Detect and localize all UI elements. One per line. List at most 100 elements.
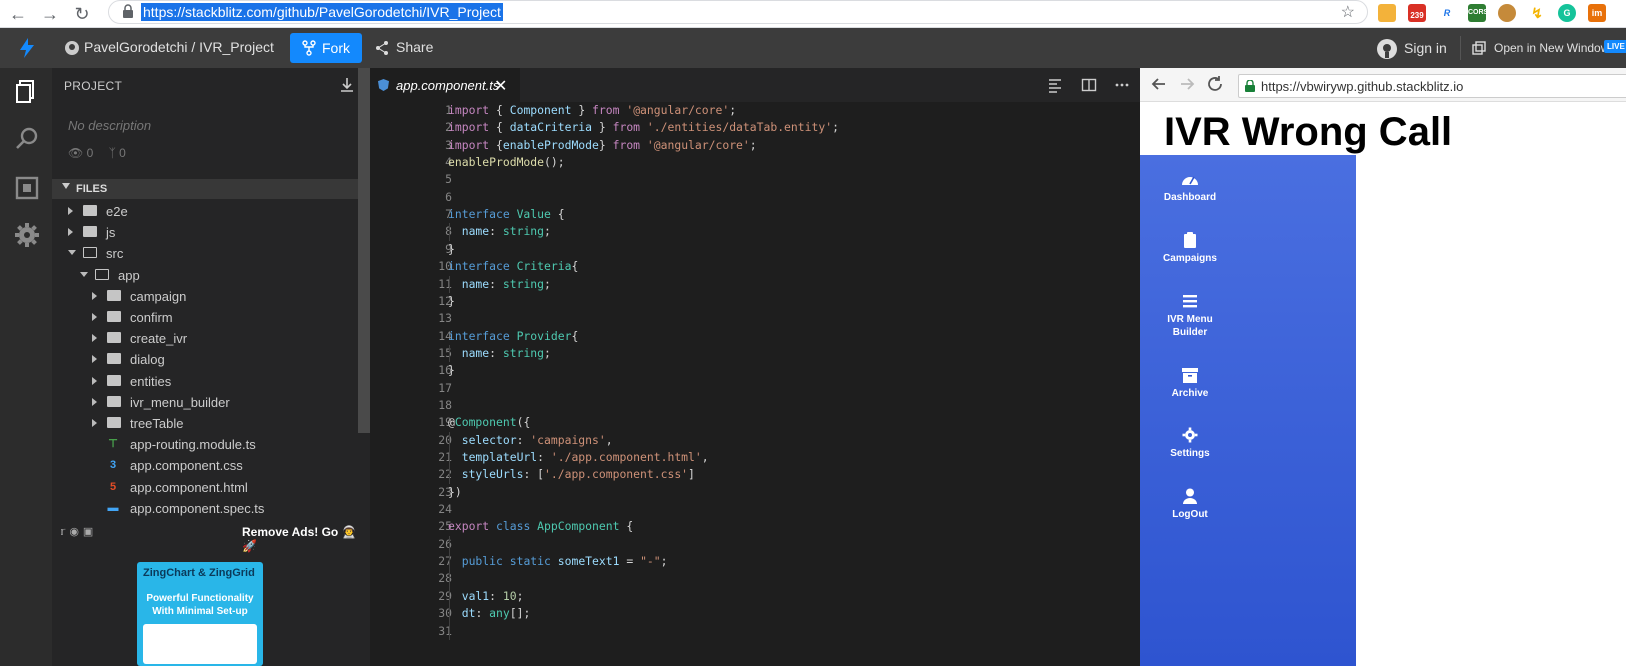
address-bar[interactable]: https://stackblitz.com/github/PavelGorod… bbox=[108, 0, 1368, 24]
search-icon[interactable] bbox=[14, 125, 40, 151]
tree-item-label: treeTable bbox=[130, 416, 184, 431]
bolt-icon[interactable]: ↯ bbox=[1528, 4, 1546, 22]
tree-folder[interactable]: campaign bbox=[52, 286, 358, 307]
expand-right-icon[interactable] bbox=[92, 419, 97, 427]
more-icon[interactable] bbox=[1114, 77, 1130, 93]
grammarly-icon[interactable]: G bbox=[1558, 4, 1576, 22]
code-area[interactable]: 1 import { Component } from '@angular/cor… bbox=[370, 102, 1140, 666]
editor-tabbar: app.component.ts ✕ bbox=[370, 68, 1140, 102]
code-line[interactable]: dt: any[]; bbox=[448, 605, 531, 622]
code-line[interactable]: name: string; bbox=[448, 345, 551, 362]
preview-back-icon[interactable] bbox=[1150, 75, 1168, 93]
r-icon[interactable]: R bbox=[1438, 4, 1456, 22]
ad-tagline: Powerful Functionality With Minimal Set-… bbox=[146, 593, 254, 617]
nav-item-logout[interactable]: LogOut bbox=[1140, 488, 1240, 521]
code-line[interactable]: @Component({ bbox=[448, 414, 530, 431]
tree-folder[interactable]: js bbox=[52, 222, 358, 243]
repo-title[interactable]: PavelGorodetchi / IVR_Project bbox=[84, 39, 274, 55]
calendar-239-icon[interactable]: 239 bbox=[1408, 4, 1426, 22]
preview-reload-icon[interactable] bbox=[1206, 75, 1224, 93]
back-icon[interactable]: ← bbox=[8, 4, 28, 24]
download-icon[interactable] bbox=[339, 77, 355, 93]
code-line[interactable]: } bbox=[448, 293, 455, 310]
salad-icon[interactable] bbox=[1378, 4, 1396, 22]
tree-folder[interactable]: e2e bbox=[52, 201, 358, 222]
tree-file[interactable]: ▬ app.component.spec.ts bbox=[52, 498, 358, 519]
ad-banner[interactable]: ZingChart & ZingGrid Powerful Functional… bbox=[137, 562, 263, 666]
fork-button[interactable]: Fork bbox=[290, 33, 362, 63]
expand-right-icon[interactable] bbox=[68, 228, 73, 237]
expand-right-icon[interactable] bbox=[92, 334, 97, 343]
code-line[interactable]: val1: 10; bbox=[448, 588, 524, 605]
tree-folder[interactable]: app bbox=[52, 265, 358, 286]
code-line[interactable]: interface Provider{ bbox=[448, 328, 578, 345]
bookmark-star-icon[interactable]: ☆ bbox=[1341, 2, 1355, 22]
code-line[interactable]: interface Value { bbox=[448, 206, 565, 223]
code-line[interactable]: import {enableProdMode} from '@angular/c… bbox=[448, 137, 757, 154]
nav-item-archive[interactable]: Archive bbox=[1140, 367, 1240, 400]
code-line[interactable]: } bbox=[448, 362, 455, 379]
folder-icon bbox=[83, 226, 97, 238]
forward-icon[interactable]: → bbox=[40, 4, 60, 24]
signin-button[interactable]: Sign in bbox=[1376, 38, 1466, 60]
expand-down-icon[interactable] bbox=[68, 250, 76, 256]
open-new-window-button[interactable]: Open in New Window bbox=[1472, 39, 1622, 59]
nav-item-settings[interactable]: Settings bbox=[1140, 427, 1240, 460]
code-line[interactable]: export class AppComponent { bbox=[448, 518, 633, 535]
split-editor-icon[interactable] bbox=[1081, 77, 1097, 93]
expand-right-icon[interactable] bbox=[92, 376, 97, 385]
tree-folder[interactable]: ivr_menu_builder bbox=[52, 392, 358, 413]
line-number: 8 bbox=[370, 223, 452, 240]
code-line[interactable]: name: string; bbox=[448, 223, 551, 240]
settings-gear-icon[interactable] bbox=[14, 222, 40, 248]
tree-file[interactable]: 5 app.component.html bbox=[52, 477, 358, 498]
code-line[interactable]: name: string; bbox=[448, 276, 551, 293]
expand-right-icon[interactable] bbox=[92, 313, 97, 321]
tree-file[interactable]: ⊤ app-routing.module.ts bbox=[52, 434, 358, 455]
code-line[interactable]: public static someText1 = "-"; bbox=[448, 553, 668, 570]
preview-forward-icon[interactable] bbox=[1178, 75, 1196, 93]
nav-item-dashboard[interactable]: Dashboard bbox=[1140, 171, 1240, 204]
preview-url[interactable]: https://vbwirywp.github.stackblitz.io bbox=[1261, 79, 1463, 94]
code-line[interactable]: enableProdMode(); bbox=[448, 154, 565, 171]
line-number: 3 bbox=[445, 137, 452, 152]
remove-ads-link[interactable]: Remove Ads! Go 👨‍🚀🚀 bbox=[242, 525, 370, 553]
tree-folder[interactable]: treeTable bbox=[52, 413, 358, 434]
cookie-icon[interactable] bbox=[1498, 4, 1516, 22]
code-line[interactable]: interface Criteria{ bbox=[448, 258, 578, 275]
expand-down-icon[interactable] bbox=[80, 271, 88, 277]
extensions-icon[interactable] bbox=[14, 175, 40, 201]
tree-file[interactable]: 3 app.component.css bbox=[52, 455, 358, 476]
im-icon[interactable]: im bbox=[1588, 4, 1606, 22]
code-line[interactable]: import { dataCriteria } from './entities… bbox=[448, 119, 839, 136]
code-line[interactable]: import { Component } from '@angular/core… bbox=[448, 102, 736, 119]
code-line[interactable]: selector: 'campaigns', bbox=[448, 432, 613, 449]
address-url[interactable]: https://stackblitz.com/github/PavelGorod… bbox=[141, 3, 503, 21]
expand-right-icon[interactable] bbox=[92, 355, 97, 364]
stackblitz-logo-icon[interactable] bbox=[16, 37, 38, 59]
files-icon[interactable] bbox=[14, 78, 40, 104]
code-line[interactable]: } bbox=[448, 241, 455, 258]
tree-folder[interactable]: dialog bbox=[52, 349, 358, 370]
expand-right-icon[interactable] bbox=[92, 397, 97, 406]
social-icons[interactable]: 𝕣◉▣ bbox=[60, 525, 97, 538]
code-line[interactable]: }) bbox=[448, 484, 462, 501]
tree-folder[interactable]: src bbox=[52, 243, 358, 264]
expand-right-icon[interactable] bbox=[92, 291, 97, 300]
nav-item-ivr-menu-builder[interactable]: IVR Menu Builder bbox=[1140, 293, 1240, 339]
preview-url-bar[interactable]: https://vbwirywp.github.stackblitz.io bbox=[1238, 74, 1626, 98]
sidebar-scrollbar[interactable] bbox=[358, 68, 370, 433]
files-section-header[interactable]: FILES bbox=[52, 179, 370, 199]
code-line[interactable]: templateUrl: './app.component.html', bbox=[448, 449, 709, 466]
nav-item-campaigns[interactable]: Campaigns bbox=[1140, 232, 1240, 265]
format-icon[interactable] bbox=[1047, 77, 1063, 93]
reload-icon[interactable]: ↻ bbox=[72, 4, 92, 24]
tree-folder[interactable]: confirm bbox=[52, 307, 358, 328]
tab-app-component-ts[interactable]: app.component.ts ✕ bbox=[370, 68, 520, 102]
tree-folder[interactable]: create_ivr bbox=[52, 328, 358, 349]
cors-icon[interactable]: CORS bbox=[1468, 4, 1488, 22]
expand-right-icon[interactable] bbox=[68, 207, 73, 215]
tree-folder[interactable]: entities bbox=[52, 371, 358, 392]
close-tab-icon[interactable]: ✕ bbox=[494, 76, 507, 96]
code-line[interactable]: styleUrls: ['./app.component.css'] bbox=[448, 466, 695, 483]
